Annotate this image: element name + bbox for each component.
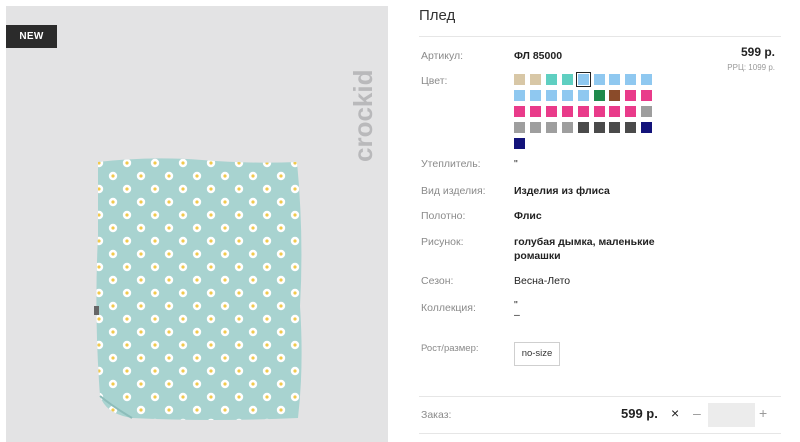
color-swatch[interactable] [575, 72, 591, 87]
color-swatch[interactable] [529, 89, 541, 101]
new-badge: NEW [6, 25, 57, 48]
color-swatch[interactable] [641, 105, 653, 117]
color-label: Цвет: [421, 75, 448, 87]
type-label: Вид изделия: [421, 185, 486, 197]
decrease-quantity-button[interactable]: – [693, 405, 701, 421]
color-swatch[interactable] [514, 105, 525, 117]
divider [419, 396, 781, 397]
color-swatch[interactable] [609, 121, 621, 133]
fabric-label: Полотно: [421, 210, 466, 222]
quantity-input[interactable] [708, 403, 755, 427]
color-swatch[interactable] [593, 105, 605, 117]
increase-quantity-button[interactable]: + [759, 405, 767, 421]
color-swatch[interactable] [561, 105, 573, 117]
color-swatch[interactable] [561, 89, 573, 101]
divider [419, 36, 781, 37]
blanket-image [94, 158, 302, 420]
rrp-price: РРЦ: 1099 р. [727, 63, 775, 72]
season-label: Сезон: [421, 275, 454, 287]
color-swatch[interactable] [529, 105, 541, 117]
collection-label: Коллекция: [421, 302, 476, 314]
color-swatch[interactable] [625, 89, 637, 101]
product-photo: NEW crockid [6, 6, 388, 442]
brand-logo-text: crockid [348, 70, 378, 163]
color-swatch[interactable] [641, 74, 653, 85]
article-value: ФЛ 85000 [514, 50, 563, 62]
filling-label: Утеплитель: [421, 158, 481, 170]
pattern-value-line-2: ромашки [514, 250, 561, 262]
color-swatch[interactable] [593, 74, 605, 85]
color-swatch[interactable] [625, 105, 637, 117]
color-swatch[interactable] [641, 89, 653, 101]
color-swatch[interactable] [529, 74, 541, 85]
order-label: Заказ: [421, 409, 452, 421]
color-swatch[interactable] [561, 74, 573, 85]
color-swatch[interactable] [561, 121, 573, 133]
product-title: Плед [419, 7, 456, 24]
collection-value-line-2: – [514, 309, 520, 321]
size-option[interactable]: no-size [514, 342, 560, 366]
color-swatch[interactable] [593, 89, 605, 101]
color-swatch[interactable] [641, 121, 653, 133]
color-swatch[interactable] [593, 121, 605, 133]
season-value: Весна-Лето [514, 275, 571, 287]
color-swatch[interactable] [545, 121, 557, 133]
color-swatch[interactable] [609, 74, 621, 85]
color-swatch[interactable] [514, 121, 525, 133]
color-swatch[interactable] [625, 121, 637, 133]
type-value: Изделия из флиса [514, 185, 610, 197]
pattern-value-line-1: голубая дымка, маленькие [514, 236, 655, 248]
color-swatch[interactable] [577, 89, 589, 101]
size-label: Рост/размер: [421, 343, 479, 354]
color-swatch[interactable] [514, 74, 525, 85]
price: 599 р. [740, 45, 775, 59]
brand-logo: crockid [348, 70, 378, 163]
color-swatch[interactable] [577, 121, 589, 133]
color-swatch[interactable] [577, 105, 589, 117]
pattern-label: Рисунок: [421, 236, 464, 248]
color-swatch[interactable] [514, 137, 525, 149]
color-swatch[interactable] [625, 74, 637, 85]
remove-icon[interactable]: × [671, 405, 679, 421]
divider [419, 433, 781, 434]
color-swatch[interactable] [514, 89, 525, 101]
color-swatch[interactable] [609, 105, 621, 117]
order-price: 599 р. [621, 406, 658, 421]
color-swatch[interactable] [545, 105, 557, 117]
color-swatch[interactable] [529, 121, 541, 133]
fabric-value: Флис [514, 210, 542, 222]
color-swatch[interactable] [545, 74, 557, 85]
article-label: Артикул: [421, 50, 464, 62]
filling-value: " [514, 158, 518, 170]
color-swatch[interactable] [545, 89, 557, 101]
color-swatch[interactable] [609, 89, 621, 101]
